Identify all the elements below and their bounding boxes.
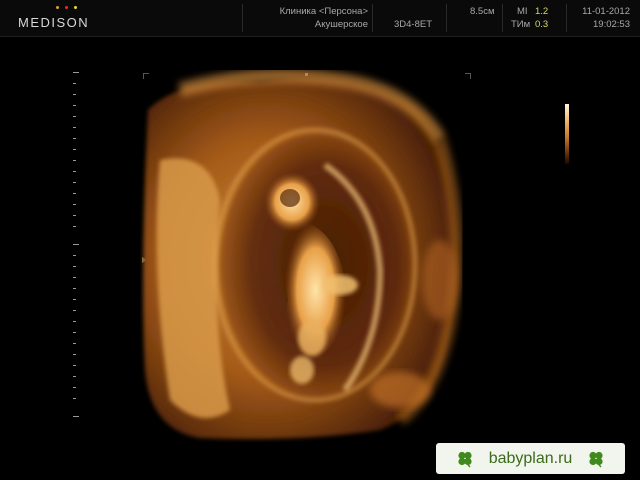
depth-minor-tick — [73, 387, 76, 388]
depth-minor-tick — [73, 160, 76, 161]
depth-minor-tick — [73, 193, 76, 194]
fetus-limb — [322, 275, 358, 295]
status-header: MEDISON Клиника <Персона> Акушерское 3D4… — [0, 0, 640, 37]
exam-date: 11-01-2012 — [582, 6, 630, 17]
medison-logo: MEDISON — [18, 6, 88, 32]
mi-value: 1.2 — [535, 6, 549, 17]
depth-minor-tick — [73, 105, 76, 106]
fetus-head-shadow — [280, 189, 300, 207]
logo-dot — [56, 6, 59, 9]
header-divider — [446, 4, 447, 32]
depth-minor-tick — [73, 299, 76, 300]
four-leaf-clover-icon — [589, 451, 603, 467]
depth-minor-tick — [73, 204, 76, 205]
depth-major-tick — [73, 244, 79, 245]
depth-minor-tick — [73, 376, 76, 377]
depth-minor-tick — [73, 288, 76, 289]
tissue-fragment — [422, 240, 458, 320]
depth-minor-tick — [73, 332, 76, 333]
tissue-fragment — [370, 372, 430, 408]
depth-minor-tick — [73, 171, 76, 172]
depth-minor-tick — [73, 138, 76, 139]
depth-minor-tick — [73, 94, 76, 95]
depth-minor-tick — [73, 182, 76, 183]
depth-minor-tick — [73, 365, 76, 366]
logo-dot — [74, 6, 77, 9]
depth-minor-tick — [73, 354, 76, 355]
depth-minor-tick — [73, 310, 76, 311]
header-divider — [372, 4, 373, 32]
depth-minor-tick — [73, 83, 76, 84]
exam-time: 19:02:53 — [593, 19, 630, 30]
depth-minor-tick — [73, 149, 76, 150]
watermark-site-name[interactable]: babyplan.ru — [489, 450, 573, 468]
color-map-bar — [565, 104, 569, 164]
3d-rendered-volume — [143, 70, 463, 440]
tim-label: ТИм — [511, 19, 531, 30]
depth-minor-tick — [73, 116, 76, 117]
depth-minor-tick — [73, 277, 76, 278]
mi-label: MI — [517, 6, 528, 17]
exam-preset: Акушерское — [314, 19, 368, 30]
depth-value: 8.5см — [470, 6, 495, 17]
four-leaf-clover-icon — [458, 451, 472, 467]
depth-minor-tick — [73, 266, 76, 267]
depth-minor-tick — [73, 215, 76, 216]
depth-major-tick — [73, 416, 79, 417]
header-divider — [242, 4, 243, 32]
depth-major-tick — [73, 72, 79, 73]
probe-name: 3D4-8ET — [394, 19, 433, 30]
header-divider — [566, 4, 567, 32]
header-divider — [502, 4, 503, 32]
depth-minor-tick — [73, 343, 76, 344]
clinic-name: Клиника <Персона> — [279, 6, 368, 17]
brand-name: MEDISON — [18, 15, 90, 30]
logo-dots — [56, 6, 77, 9]
depth-minor-tick — [73, 127, 76, 128]
depth-minor-tick — [73, 398, 76, 399]
tim-value: 0.3 — [535, 19, 549, 30]
depth-scale — [73, 72, 81, 432]
fetus-limb — [290, 356, 314, 384]
fetus-limb — [298, 320, 326, 356]
depth-minor-tick — [73, 255, 76, 256]
logo-dot — [65, 6, 68, 9]
babyplan-watermark[interactable]: babyplan.ru — [436, 443, 625, 474]
depth-minor-tick — [73, 226, 76, 227]
depth-minor-tick — [73, 321, 76, 322]
